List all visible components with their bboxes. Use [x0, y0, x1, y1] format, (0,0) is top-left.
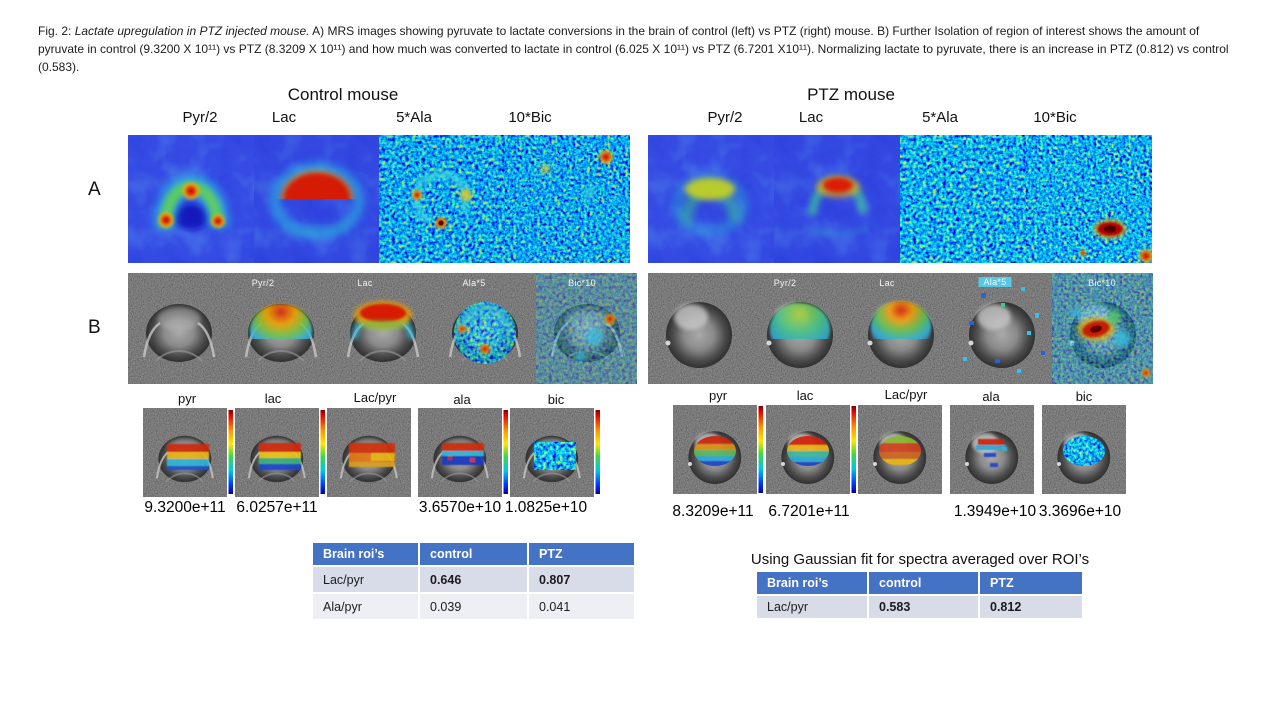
roi-tile-label: Lac/pyr: [885, 387, 928, 402]
overlay-label: Pyr/2: [774, 278, 797, 288]
overlay-label: Lac: [879, 278, 894, 288]
gaussian-fit-table: Brain roi’s control PTZ Lac/pyr 0.583 0.…: [757, 572, 1082, 618]
roi-tiles-ptz-image: [673, 405, 1127, 494]
roi-ratio-table: Brain roi’s control PTZ Lac/pyr 0.646 0.…: [313, 543, 634, 619]
gaussian-table-title: Using Gaussian fit for spectra averaged …: [751, 551, 1089, 568]
panel-a-ptz-pyr2: [648, 135, 774, 263]
roi-tile-label: bic: [1076, 389, 1093, 404]
table-cell: 0.646: [420, 567, 527, 592]
roi-tile-label: ala: [453, 392, 470, 407]
roi-tile-label: pyr: [178, 391, 196, 406]
panel-b-ptz-bic10: [1052, 273, 1153, 384]
panel-a-control-lac: [254, 135, 379, 263]
roi-tile-label: lac: [797, 388, 814, 403]
table-cell: 0.807: [529, 567, 634, 592]
panel-a-control-ala: [379, 135, 505, 263]
panel-b-ptz-pyr2: [767, 302, 834, 368]
roi-tile-label: lac: [265, 391, 282, 406]
roi-tile-label: pyr: [709, 388, 727, 403]
overlay-label: Bic*10: [568, 278, 596, 288]
table-cell: 0.039: [420, 594, 527, 619]
table-header-cell: control: [869, 572, 978, 594]
jet-colorbar: [596, 410, 601, 494]
tile-ptz-pyr: [673, 405, 757, 494]
overlay-label: Lac: [357, 278, 372, 288]
table-header-cell: PTZ: [529, 543, 634, 565]
mrs-maps-ptz-image: [648, 135, 1152, 263]
mrs-col-label: Pyr/2: [707, 109, 742, 126]
table-cell: Lac/pyr: [313, 567, 418, 592]
figure-page: Fig. 2: Lactate upregulation in PTZ inje…: [0, 0, 1280, 720]
mrs-col-label: Lac: [272, 109, 296, 126]
tile-ptz-bic: [1042, 405, 1126, 494]
table-header-cell: PTZ: [980, 572, 1082, 594]
mrs-maps-control-image: [128, 135, 630, 263]
overlay-label: Ala*5: [462, 278, 485, 288]
table-header-cell: Brain roi’s: [313, 543, 418, 565]
mrs-col-label: Pyr/2: [182, 109, 217, 126]
overlay-row-control-image: [128, 273, 637, 384]
caption-italic-title: Lactate upregulation in PTZ injected mou…: [75, 24, 310, 38]
table-cell: 0.583: [869, 596, 978, 618]
mrs-col-label: 10*Bic: [508, 109, 551, 126]
roi-tiles-control-image: [143, 408, 601, 497]
jet-colorbar: [321, 410, 326, 494]
overlay-label: Bic*10: [1088, 278, 1116, 288]
roi-tile-value: 3.3696e+10: [1039, 503, 1121, 521]
table-cell: Lac/pyr: [757, 596, 867, 618]
panel-a-control-pyr2: [128, 135, 254, 263]
table-cell: Ala/pyr: [313, 594, 418, 619]
mrs-col-label: 10*Bic: [1033, 109, 1076, 126]
panel-a-ptz-bic: [1026, 135, 1152, 263]
mrs-col-label: 5*Ala: [396, 109, 432, 126]
roi-tile-value: 6.0257e+11: [236, 499, 317, 517]
tile-ptz-lacpyr: [858, 405, 942, 494]
overlay-row-ptz-image: [648, 273, 1153, 384]
roi-tile-value: 1.0825e+10: [505, 499, 587, 517]
tile-control-lac: [235, 408, 319, 497]
panel-a-ptz-lac: [774, 135, 900, 263]
panel-b-control-bic10: [536, 273, 637, 384]
tile-ptz-lac: [766, 405, 850, 494]
tile-control-ala: [418, 408, 502, 497]
roi-tile-value: 8.3209e+11: [672, 503, 753, 521]
jet-colorbar: [852, 406, 857, 493]
panel-a-control-bic: [505, 135, 630, 263]
roi-tile-value: 1.3949e+10: [954, 503, 1036, 521]
section-a-label: A: [88, 179, 101, 201]
tile-control-lacpyr: [327, 408, 411, 497]
roi-tile-label: Lac/pyr: [354, 390, 397, 405]
table-cell: 0.041: [529, 594, 634, 619]
mrs-col-label: Lac: [799, 109, 823, 126]
roi-tile-value: 6.7201e+11: [768, 503, 849, 521]
figure-caption: Fig. 2: Lactate upregulation in PTZ inje…: [38, 22, 1248, 76]
mrs-col-label: 5*Ala: [922, 109, 958, 126]
tile-ptz-ala: [950, 405, 1034, 494]
table-header-cell: control: [420, 543, 527, 565]
tile-control-bic: [510, 408, 594, 497]
roi-tile-value: 3.6570e+10: [419, 499, 501, 517]
control-group-title: Control mouse: [288, 85, 399, 105]
panel-b-ptz-lac: [868, 301, 935, 368]
table-cell: 0.812: [980, 596, 1082, 618]
roi-tile-label: ala: [982, 389, 999, 404]
ptz-group-title: PTZ mouse: [807, 85, 895, 105]
overlay-label-highlighted: Ala*5: [978, 277, 1011, 287]
table-header-cell: Brain roi’s: [757, 572, 867, 594]
jet-colorbar: [759, 406, 764, 493]
overlay-label: Pyr/2: [252, 278, 275, 288]
roi-tile-value: 9.3200e+11: [144, 499, 225, 517]
panel-b-ptz-anatomy: [666, 302, 733, 368]
jet-colorbar: [229, 410, 234, 494]
roi-tile-label: bic: [548, 392, 565, 407]
jet-colorbar: [504, 410, 509, 494]
section-b-label: B: [88, 317, 101, 339]
tile-control-pyr: [143, 408, 227, 497]
caption-prefix: Fig. 2:: [38, 24, 75, 38]
panel-a-ptz-ala: [900, 135, 1026, 263]
